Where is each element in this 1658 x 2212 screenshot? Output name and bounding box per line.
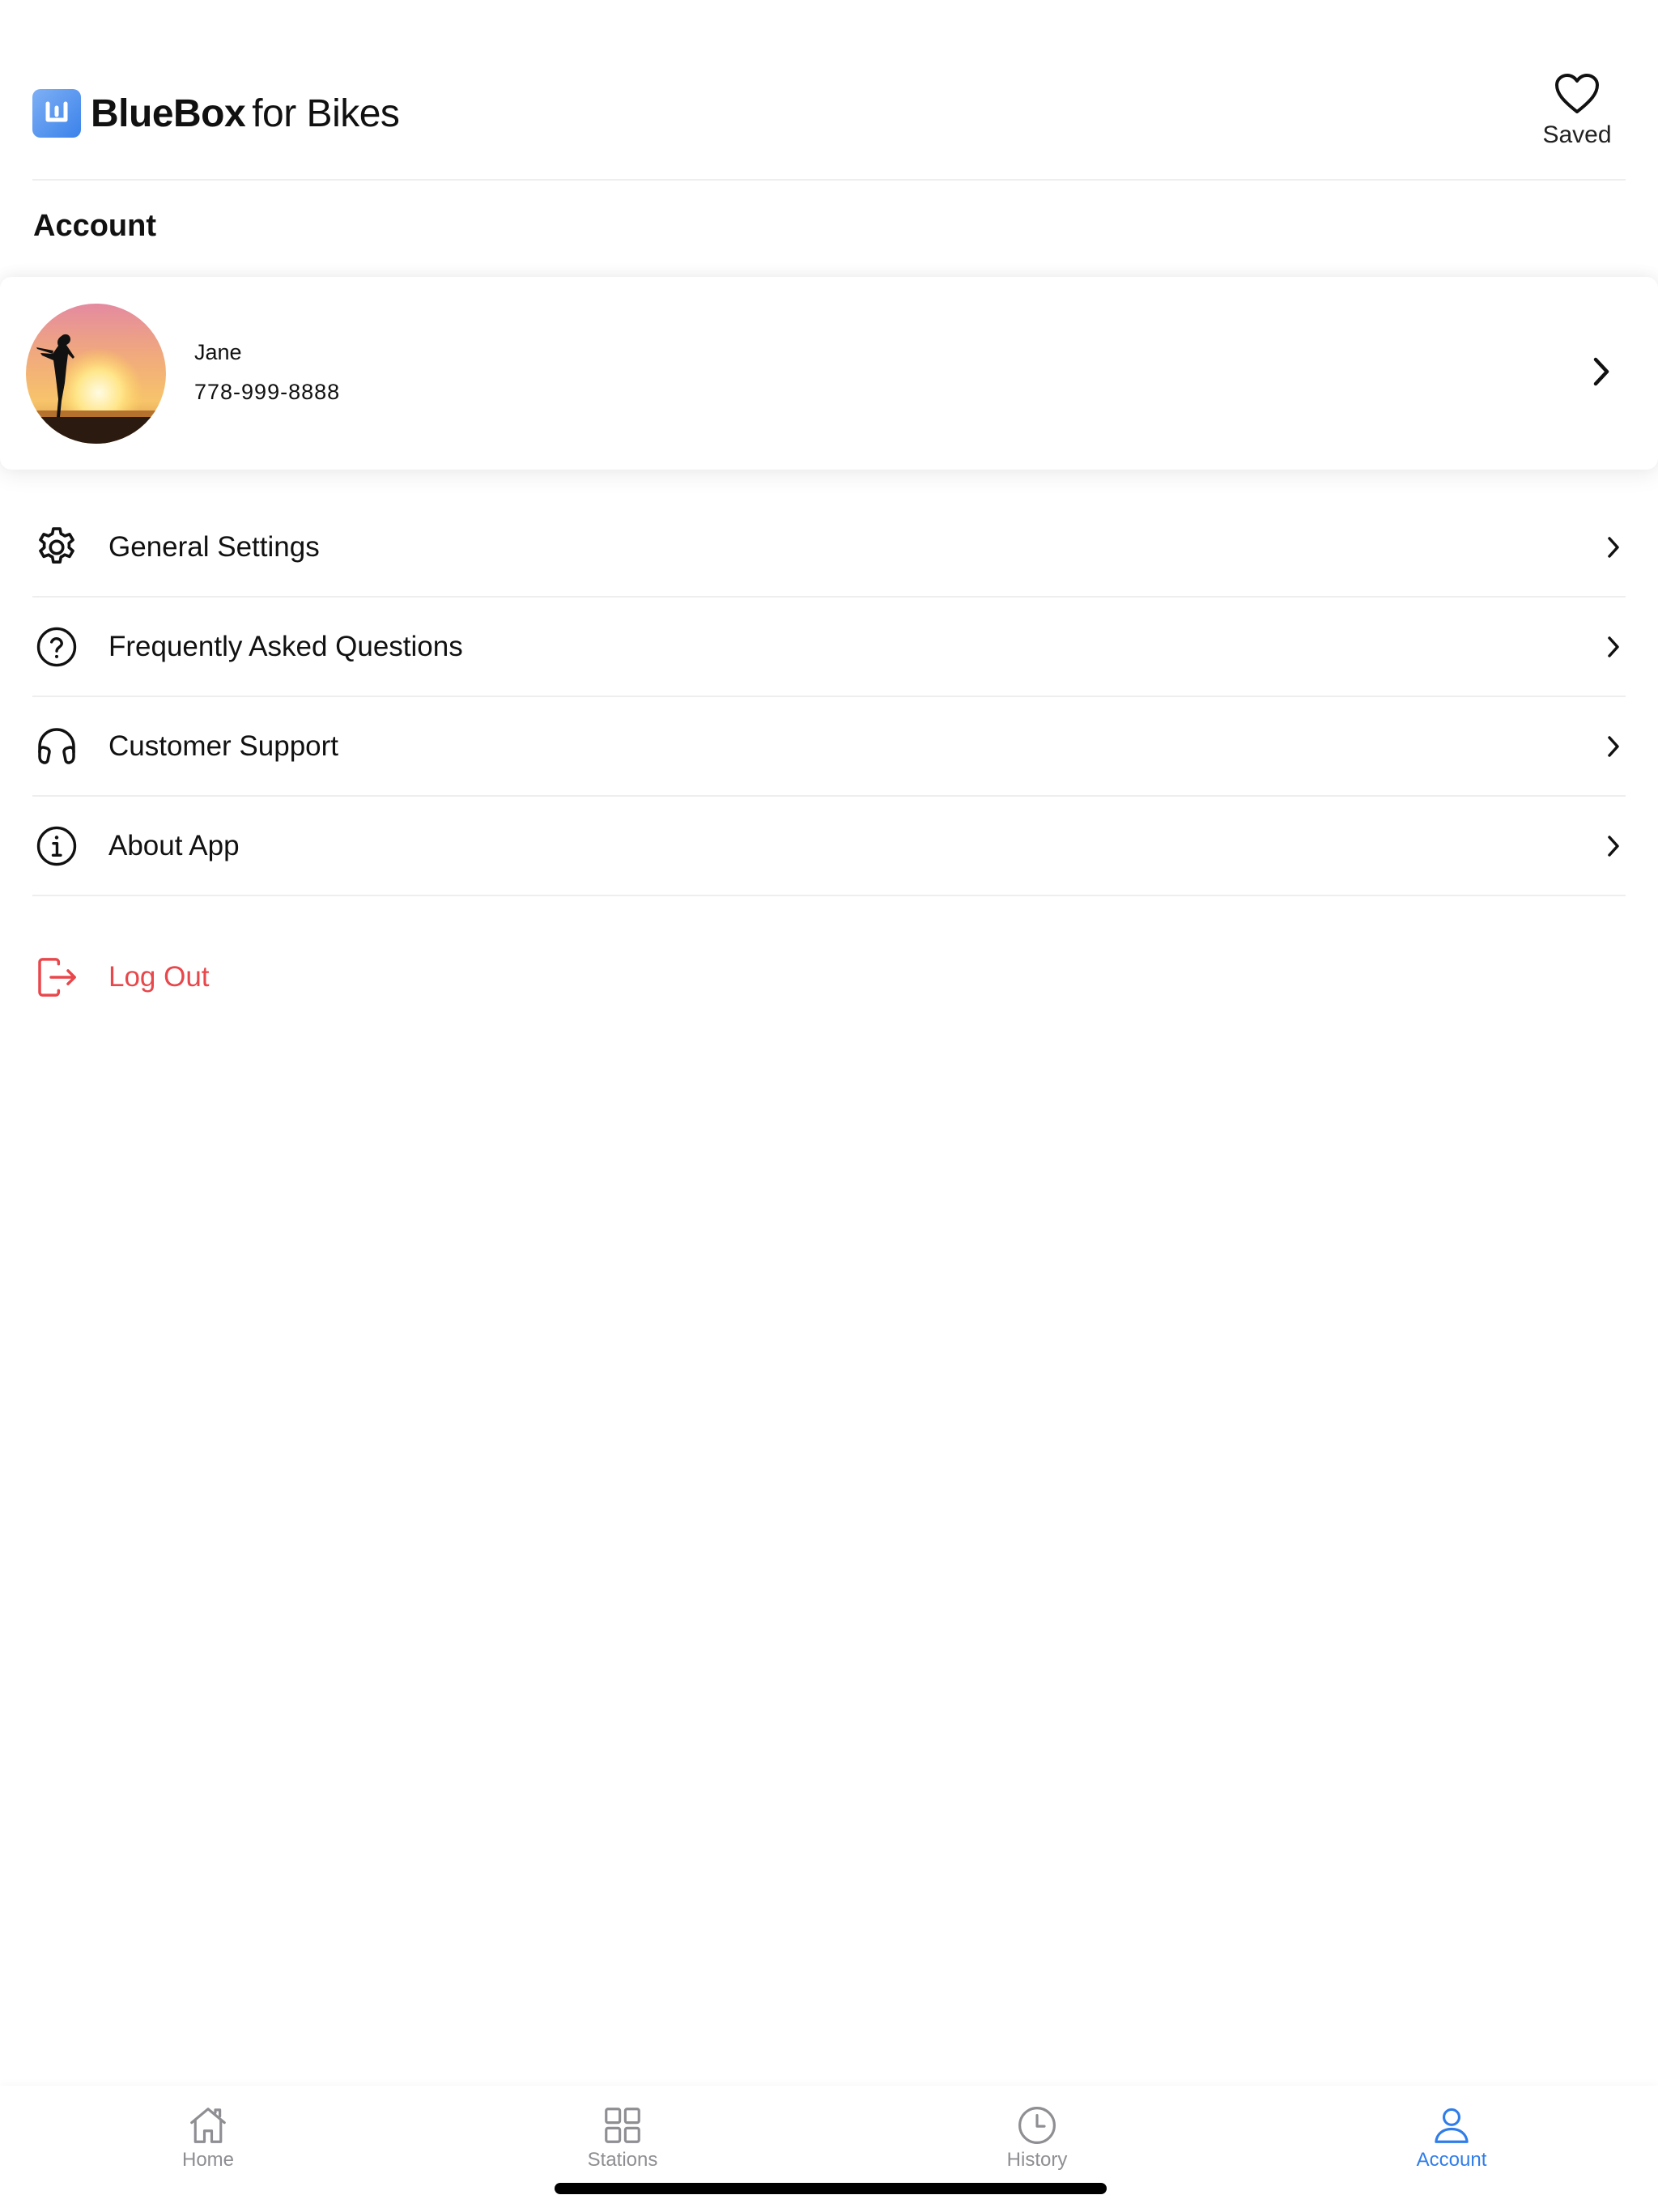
logout-icon: [32, 953, 81, 1002]
home-icon: [190, 2108, 226, 2143]
menu-label: Customer Support: [108, 730, 339, 762]
tab-home[interactable]: Home: [127, 2104, 289, 2172]
profile-card[interactable]: Jane 778-999-8888: [0, 277, 1658, 470]
gear-icon: [32, 523, 81, 572]
chevron-right-icon: [1608, 536, 1619, 558]
tab-label: Stations: [587, 2149, 658, 2171]
logout-label: Log Out: [108, 961, 210, 993]
profile-phone: 778-999-8888: [194, 380, 341, 404]
headphones-icon: [32, 722, 81, 771]
brand-suffix: for Bikes: [252, 91, 400, 135]
settings-menu: General Settings Frequently Asked Questi…: [32, 498, 1626, 896]
chevron-right-icon: [1593, 357, 1609, 386]
heart-icon: [1555, 74, 1599, 113]
app-header: BlueBox for Bikes Saved: [32, 0, 1626, 181]
bluebox-logo-icon: [32, 89, 81, 138]
brand-name: BlueBox: [91, 91, 246, 135]
user-icon: [1435, 2108, 1469, 2143]
chevron-right-icon: [1608, 636, 1619, 657]
menu-label: About App: [108, 829, 240, 861]
tab-label: History: [1006, 2149, 1068, 2171]
avatar: [26, 304, 166, 444]
chevron-right-icon: [1608, 835, 1619, 857]
app-logo: BlueBox for Bikes: [32, 89, 400, 138]
menu-item-about-app[interactable]: About App: [32, 797, 1626, 896]
tab-history[interactable]: History: [956, 2104, 1118, 2172]
menu-label: Frequently Asked Questions: [108, 630, 463, 662]
grid-icon: [605, 2108, 640, 2143]
tab-stations[interactable]: Stations: [542, 2104, 704, 2172]
menu-label: General Settings: [108, 530, 320, 563]
info-circle-icon: [32, 822, 81, 870]
logout-button[interactable]: Log Out: [32, 953, 210, 1002]
menu-item-customer-support[interactable]: Customer Support: [32, 697, 1626, 797]
menu-item-general-settings[interactable]: General Settings: [32, 498, 1626, 598]
home-indicator: [555, 2183, 1107, 2194]
clock-icon: [1018, 2107, 1056, 2144]
tab-account[interactable]: Account: [1371, 2104, 1533, 2172]
chevron-right-icon: [1608, 735, 1619, 757]
profile-name: Jane: [194, 340, 242, 364]
question-circle-icon: [32, 623, 81, 671]
tab-label: Home: [181, 2149, 235, 2171]
saved-button[interactable]: Saved: [1528, 73, 1626, 149]
tab-label: Account: [1416, 2149, 1487, 2171]
saved-label: Saved: [1542, 121, 1612, 148]
page-title: Account: [33, 209, 156, 243]
menu-item-faq[interactable]: Frequently Asked Questions: [32, 598, 1626, 697]
